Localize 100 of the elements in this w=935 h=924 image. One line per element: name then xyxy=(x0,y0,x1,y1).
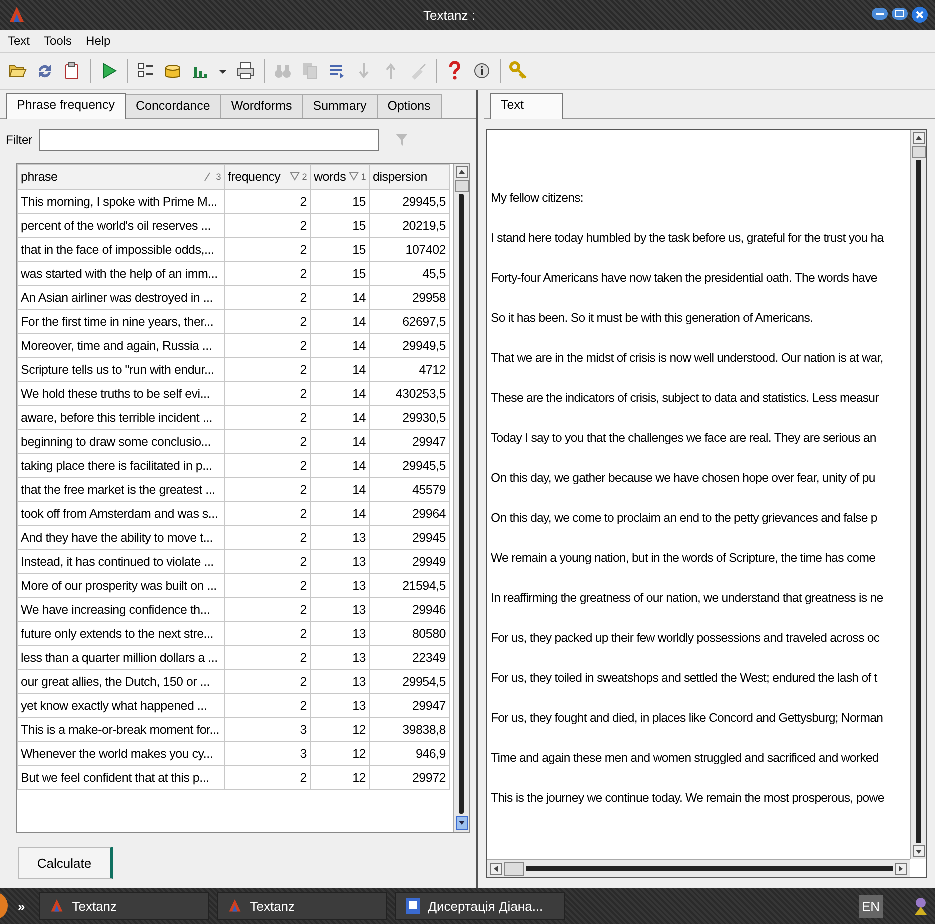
table-cell: 2 xyxy=(224,238,310,262)
maximize-icon[interactable] xyxy=(891,6,909,22)
start-button[interactable] xyxy=(0,891,10,921)
text-line: On this day, we gather because we have chosen hope over fear, unity of pu xyxy=(491,471,876,485)
text-line: Time and again these men and women struggled and sacrificed and worked xyxy=(491,751,879,765)
table-cell: 29947 xyxy=(370,694,450,718)
taskbar-button[interactable]: Textanz xyxy=(217,892,388,920)
text-line: Today I say to you that the challenges we face are real. They are serious an xyxy=(491,431,876,445)
tab[interactable]: Phrase frequency xyxy=(6,93,126,119)
table-cell: 13 xyxy=(310,694,370,718)
scroll-down-icon[interactable] xyxy=(912,845,924,857)
table-cell: taking place there is facilitated in p... xyxy=(18,454,224,478)
scroll-left-icon[interactable] xyxy=(490,862,502,874)
text-line: For us, they toiled in sweatshops and settled the West; endured the lash of t xyxy=(491,671,878,685)
table-cell: 13 xyxy=(310,574,370,598)
language-indicator[interactable]: EN xyxy=(858,894,883,918)
table-cell: 14 xyxy=(310,406,370,430)
scroll-thumb[interactable] xyxy=(454,180,468,192)
scroll-right-icon[interactable] xyxy=(895,862,907,874)
table-cell: that in the face of impossible odds,... xyxy=(18,238,224,262)
minimize-icon[interactable] xyxy=(871,6,889,22)
vertical-scrollbar[interactable] xyxy=(453,164,469,832)
table-cell: 2 xyxy=(224,550,310,574)
table-cell: This is a make-or-break moment for... xyxy=(18,718,224,742)
sort-rank: 2 xyxy=(302,172,307,182)
taskbar-button[interactable]: Textanz xyxy=(39,892,210,920)
table-cell: yet know exactly what happened ... xyxy=(18,694,224,718)
table-cell: 14 xyxy=(310,430,370,454)
column-header[interactable]: frequency 2 xyxy=(224,164,310,190)
text-line: Forty-four Americans have now taken the presidential oath. The words have xyxy=(491,271,878,285)
vertical-scrollbar[interactable] xyxy=(910,130,926,859)
table-cell: future only extends to the next stre... xyxy=(18,622,224,646)
table-cell: 29964 xyxy=(370,502,450,526)
text-line: That we are in the midst of crisis is now well understood. Our nation is at war, xyxy=(491,351,884,365)
table-cell: 2 xyxy=(224,334,310,358)
table-cell: 107402 xyxy=(370,238,450,262)
tab[interactable]: Wordforms xyxy=(220,94,304,118)
calculate-button[interactable]: Calculate xyxy=(18,847,113,879)
filter-label: Filter xyxy=(6,133,33,147)
table-cell: 2 xyxy=(224,766,310,790)
table-cell: 2 xyxy=(224,286,310,310)
table-cell: We have increasing confidence th... xyxy=(18,598,224,622)
table-cell: 2 xyxy=(224,310,310,334)
table-cell: percent of the world's oil reserves ... xyxy=(18,214,224,238)
table-cell: 14 xyxy=(310,382,370,406)
tab[interactable]: Summary xyxy=(302,94,378,118)
menu-item[interactable]: Text xyxy=(6,32,32,50)
text-line: I stand here today humbled by the task before us, grateful for the trust you ha xyxy=(491,231,884,245)
table-cell: 13 xyxy=(310,526,370,550)
chevron-button[interactable]: » xyxy=(18,898,26,914)
table-cell: 13 xyxy=(310,670,370,694)
table-cell: beginning to draw some conclusio... xyxy=(18,430,224,454)
menu-item[interactable]: Tools xyxy=(42,32,74,50)
table-cell: We hold these truths to be self evi... xyxy=(18,382,224,406)
table-cell: 15 xyxy=(310,262,370,286)
text-line: We remain a young nation, but in the words of Scripture, the time has come xyxy=(491,551,876,565)
table-cell: 946,9 xyxy=(370,742,450,766)
close-icon[interactable] xyxy=(911,6,929,24)
tab[interactable]: Text xyxy=(490,93,563,119)
table-cell: 29949 xyxy=(370,550,450,574)
printer-icon[interactable] xyxy=(236,61,256,81)
sort-rank: 1 xyxy=(361,172,366,182)
table-cell: 29945,5 xyxy=(370,454,450,478)
scroll-up-icon[interactable] xyxy=(912,132,924,144)
table-cell: 2 xyxy=(224,694,310,718)
scroll-up-icon[interactable] xyxy=(456,166,468,178)
tab[interactable]: Options xyxy=(376,94,442,118)
table-cell: 2 xyxy=(224,214,310,238)
taskbar-button[interactable]: Дисертація Діана... xyxy=(395,892,566,920)
table-cell: 2 xyxy=(224,454,310,478)
table-cell: 2 xyxy=(224,262,310,286)
table-cell: 13 xyxy=(310,622,370,646)
horizontal-scrollbar[interactable] xyxy=(487,859,910,877)
table-cell: Whenever the world makes you cy... xyxy=(18,742,224,766)
table-cell: 13 xyxy=(310,598,370,622)
table-cell: 14 xyxy=(310,502,370,526)
table-cell: 62697,5 xyxy=(370,310,450,334)
tab[interactable]: Concordance xyxy=(124,94,222,118)
text-line: For us, they fought and died, in places like Concord and Gettysburg; Norman xyxy=(491,711,884,725)
table-cell: 29945,5 xyxy=(370,190,450,214)
table-cell: 80580 xyxy=(370,622,450,646)
filter-field[interactable] xyxy=(38,129,379,151)
column-header[interactable]: dispersion xyxy=(370,164,450,190)
column-header[interactable]: words 1 xyxy=(310,164,370,190)
text-line: My fellow citizens: xyxy=(491,191,584,205)
table-cell: And they have the ability to move t... xyxy=(18,526,224,550)
table-cell: Instead, it has continued to violate ... xyxy=(18,550,224,574)
scroll-down-icon[interactable] xyxy=(456,816,468,830)
info-icon[interactable] xyxy=(472,61,492,81)
table-cell: More of our prosperity was built on ... xyxy=(18,574,224,598)
table-cell: 430253,5 xyxy=(370,382,450,406)
scroll-thumb[interactable] xyxy=(504,862,524,876)
menu-item[interactable]: Help xyxy=(84,32,113,50)
table-cell: 2 xyxy=(224,478,310,502)
table-cell: 12 xyxy=(310,742,370,766)
scroll-thumb[interactable] xyxy=(912,146,926,158)
text-line: So it has been. So it must be with this generation of Americans. xyxy=(491,311,814,325)
table-cell: 14 xyxy=(310,478,370,502)
table-cell: 29954,5 xyxy=(370,670,450,694)
column-header[interactable]: phrase 3 xyxy=(18,164,224,190)
